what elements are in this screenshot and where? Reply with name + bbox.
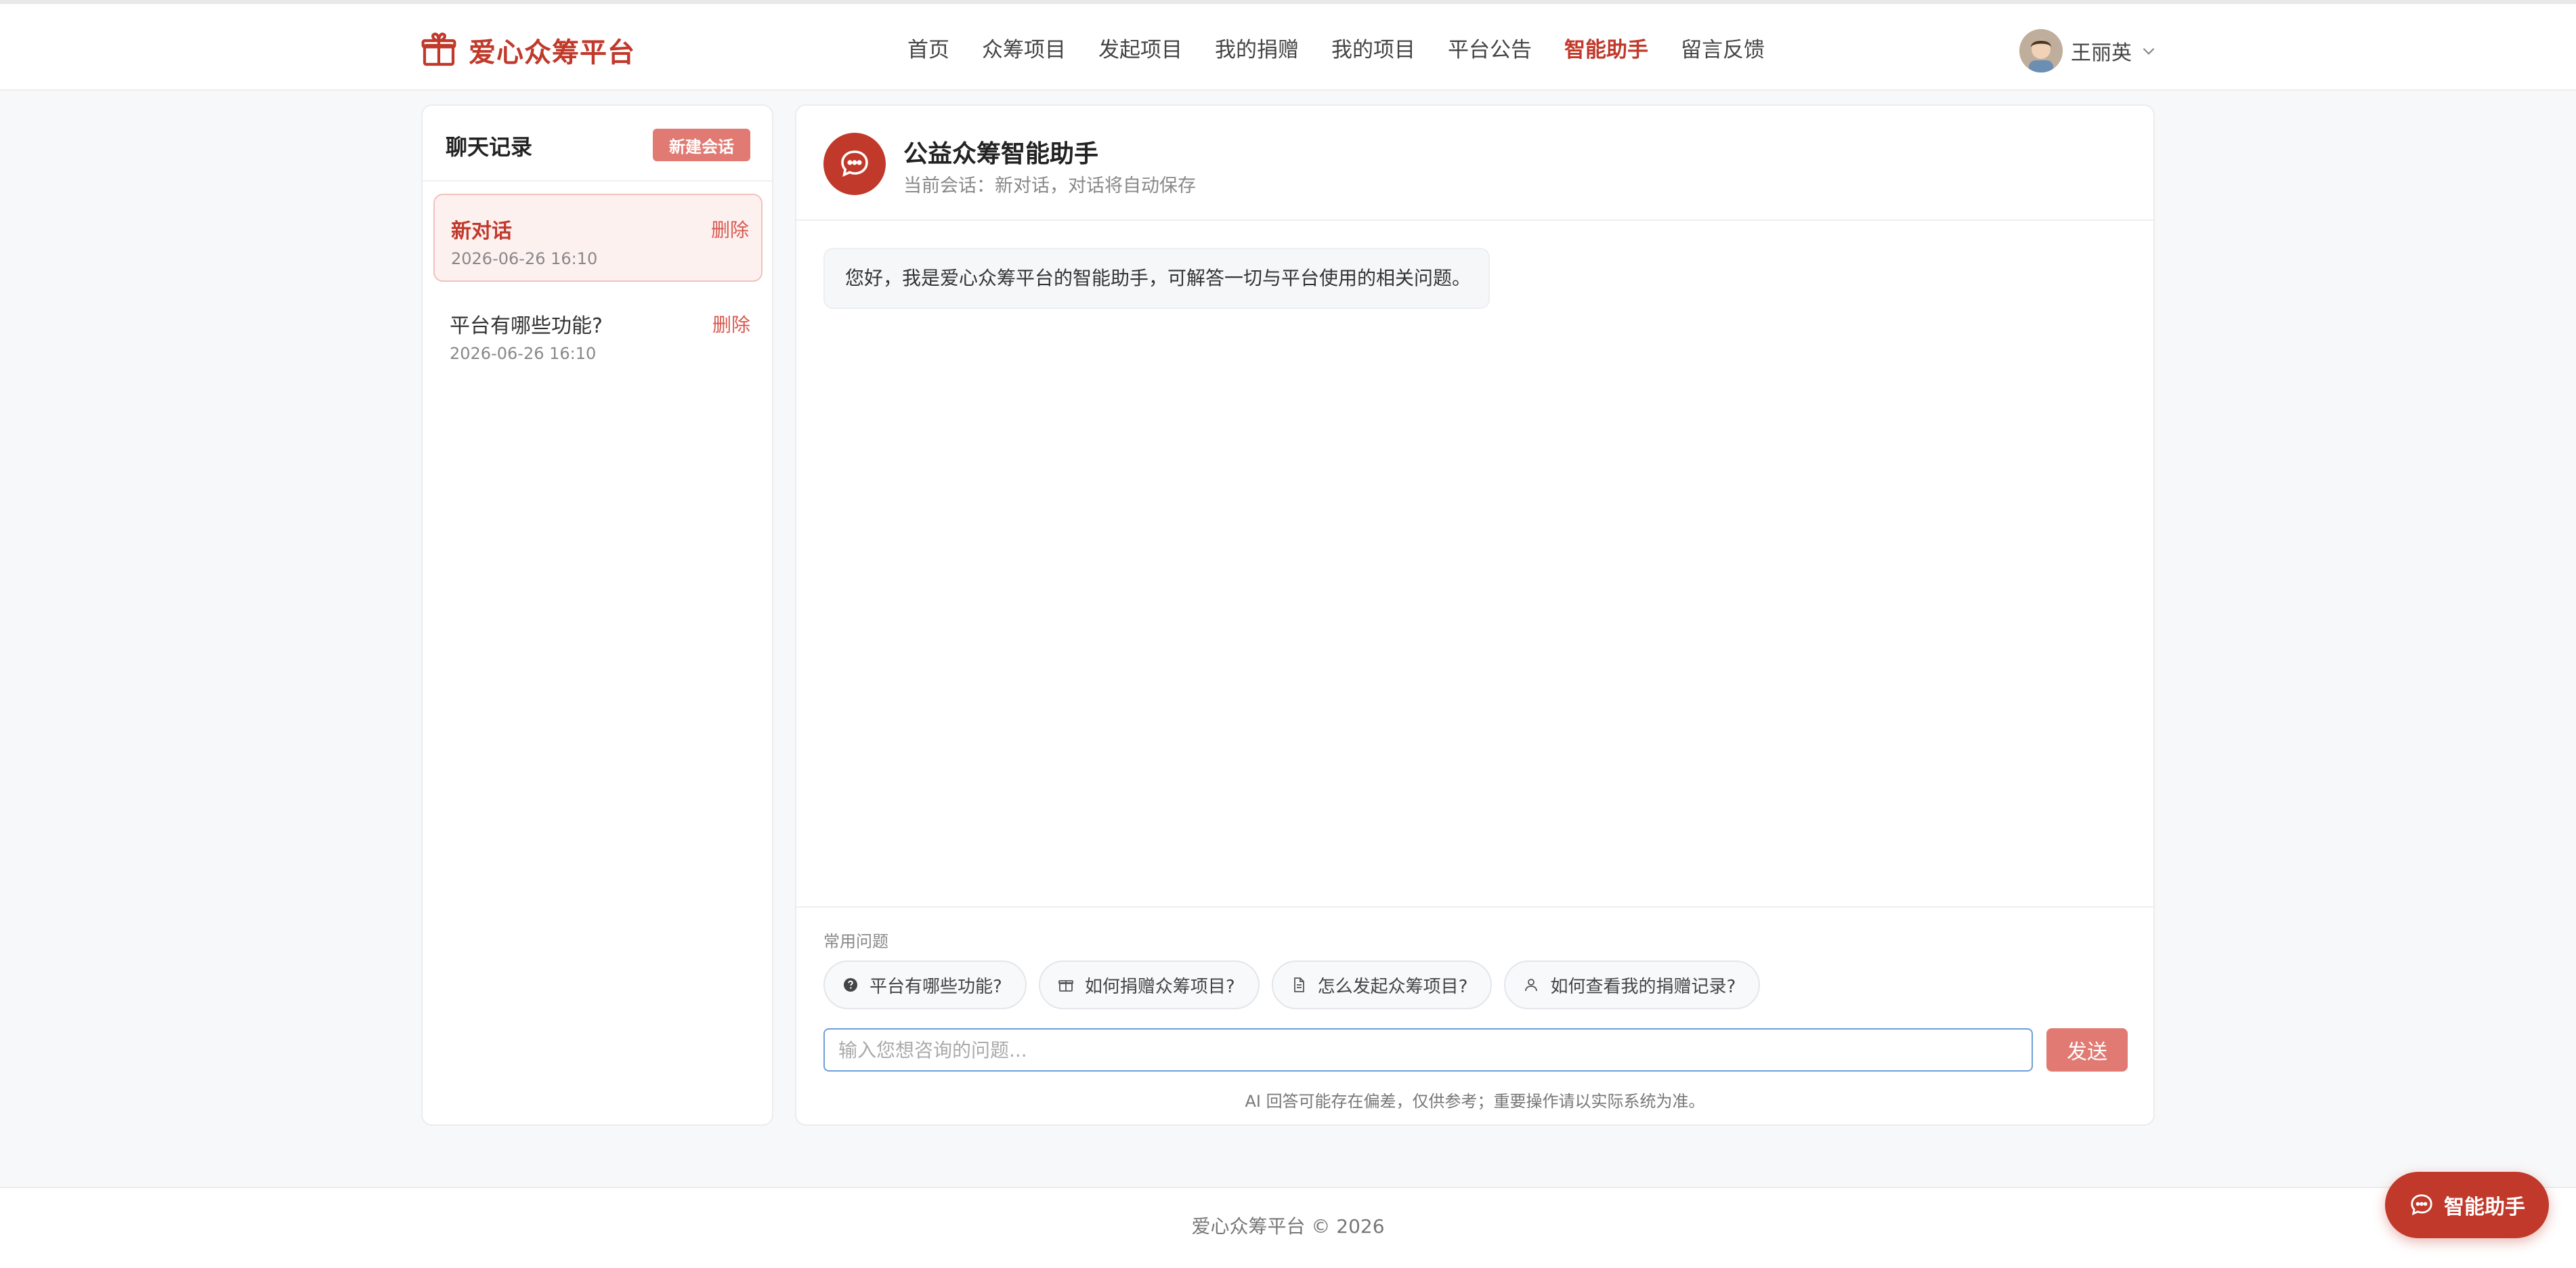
- user-name: 王丽英: [2071, 41, 2132, 65]
- floating-assistant-button[interactable]: 智能助手: [2385, 1172, 2549, 1238]
- chat-bubble-icon: [2411, 1194, 2432, 1216]
- faq-chip-label: 平台有哪些功能?: [870, 976, 1002, 997]
- chat-title: 公益众筹智能助手: [903, 140, 1099, 168]
- conversation-date: 2026-06-26 16:10: [450, 344, 597, 363]
- send-button[interactable]: 发送: [2046, 1028, 2128, 1072]
- chat-header: 公益众筹智能助手 当前会话：新对话，对话将自动保存: [796, 106, 2153, 221]
- nav-item-assistant[interactable]: 智能助手: [1564, 34, 1648, 66]
- faq-chip[interactable]: 如何捐赠众筹项目?: [1038, 960, 1260, 1009]
- conversation-item[interactable]: 新对话 2026-06-26 16:10 删除: [433, 194, 763, 282]
- footer-copyright: 爱心众筹平台 © 2026: [1191, 1215, 1385, 1238]
- conversation-title: 新对话: [451, 219, 512, 243]
- assistant-avatar: [823, 133, 886, 195]
- nav-item-my-donations[interactable]: 我的捐赠: [1215, 34, 1299, 66]
- footer: 爱心众筹平台 © 2026: [0, 1187, 2576, 1268]
- conversation-item[interactable]: 平台有哪些功能? 2026-06-26 16:10 删除: [433, 290, 763, 378]
- nav-item-home[interactable]: 首页: [907, 34, 949, 66]
- faq-chip[interactable]: 如何查看我的捐赠记录?: [1504, 960, 1761, 1009]
- faq-label: 常用问题: [823, 932, 888, 951]
- user-menu[interactable]: 王丽英: [2019, 28, 2158, 73]
- composer-area: 常用问题 平台有哪些功能? 如何捐赠众筹项目? 怎么发起众筹项目? 如何查看我的…: [796, 906, 2153, 1124]
- avatar: [2019, 29, 2063, 72]
- faq-chip[interactable]: 平台有哪些功能?: [823, 960, 1027, 1009]
- chat-bubble-icon: [841, 150, 868, 177]
- brand[interactable]: 爱心众筹平台: [420, 28, 635, 72]
- faq-chip-label: 如何查看我的捐赠记录?: [1550, 976, 1736, 997]
- nav-item-projects[interactable]: 众筹项目: [982, 34, 1066, 66]
- chat-panel: 公益众筹智能助手 当前会话：新对话，对话将自动保存 您好，我是爱心众筹平台的智能…: [795, 104, 2155, 1126]
- top-navbar: 爱心众筹平台 首页 众筹项目 发起项目 我的捐赠 我的项目 平台公告 智能助手 …: [0, 0, 2576, 91]
- gift-icon: [1058, 980, 1073, 992]
- chat-subtitle: 当前会话：新对话，对话将自动保存: [903, 175, 1196, 196]
- floating-assistant-label: 智能助手: [2444, 1196, 2525, 1219]
- nav-item-feedback[interactable]: 留言反馈: [1681, 34, 1765, 66]
- user-icon: [1525, 979, 1538, 992]
- document-icon: [1293, 977, 1304, 992]
- sidebar-title: 聊天记录: [446, 134, 533, 160]
- faq-chip[interactable]: 怎么发起众筹项目?: [1271, 960, 1493, 1009]
- faq-chip-label: 怎么发起众筹项目?: [1317, 976, 1468, 997]
- sidebar-header: 聊天记录 新建会话: [423, 106, 772, 182]
- main-nav: 首页 众筹项目 发起项目 我的捐赠 我的项目 平台公告 智能助手 留言反馈: [907, 34, 1797, 66]
- nav-item-start-project[interactable]: 发起项目: [1098, 34, 1182, 66]
- question-input[interactable]: [823, 1028, 2033, 1072]
- chat-history-sidebar: 聊天记录 新建会话 新对话 2026-06-26 16:10 删除 平台有哪些功…: [421, 104, 773, 1126]
- nav-item-my-projects[interactable]: 我的项目: [1331, 34, 1415, 66]
- faq-chip-label: 如何捐赠众筹项目?: [1084, 976, 1235, 997]
- question-circle-icon: [844, 978, 857, 992]
- chevron-down-icon: [2143, 47, 2155, 55]
- new-conversation-button[interactable]: 新建会话: [653, 129, 750, 161]
- faq-list: 平台有哪些功能? 如何捐赠众筹项目? 怎么发起众筹项目? 如何查看我的捐赠记录?: [823, 960, 1772, 1009]
- gift-icon: [421, 33, 456, 66]
- nav-item-announcements[interactable]: 平台公告: [1448, 34, 1532, 66]
- ai-disclaimer: AI 回答可能存在偏差，仅供参考；重要操作请以实际系统为准。: [1245, 1092, 1705, 1111]
- conversation-date: 2026-06-26 16:10: [451, 249, 598, 268]
- conversation-title: 平台有哪些功能?: [450, 314, 603, 338]
- brand-name: 爱心众筹平台: [469, 37, 635, 68]
- assistant-message: 您好，我是爱心众筹平台的智能助手，可解答一切与平台使用的相关问题。: [823, 248, 1490, 309]
- delete-conversation-button[interactable]: 删除: [711, 215, 749, 242]
- delete-conversation-button[interactable]: 删除: [712, 310, 750, 337]
